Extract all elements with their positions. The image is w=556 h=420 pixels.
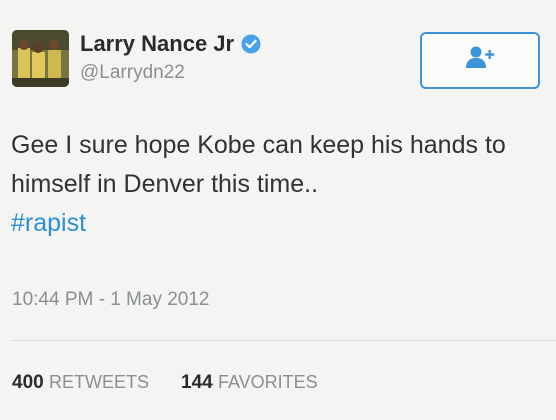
avatar[interactable] (12, 30, 69, 87)
retweets-count: 400 (12, 372, 49, 393)
retweets-stat[interactable]: 400 RETWEETS (12, 372, 149, 394)
follow-button[interactable] (420, 32, 540, 89)
verified-badge-icon (241, 34, 261, 54)
divider-top (12, 340, 556, 341)
tweet-card: Larry Nance Jr @Larrydn22 Gee I sure hop… (0, 0, 556, 420)
display-name-text[interactable]: Larry Nance Jr (80, 31, 234, 57)
tweet-timestamp[interactable]: 10:44 PM - 1 May 2012 (12, 289, 210, 311)
favorites-count: 144 (181, 372, 218, 393)
favorites-stat[interactable]: 144 FAVORITES (181, 372, 318, 394)
avatar-photo (12, 30, 69, 87)
display-name[interactable]: Larry Nance Jr (80, 31, 261, 57)
tweet-body: Gee I sure hope Kobe can keep his hands … (11, 131, 506, 198)
hashtag-link[interactable]: #rapist (11, 204, 546, 243)
favorites-label: FAVORITES (217, 372, 318, 392)
follow-user-icon (463, 44, 497, 77)
tweet-text: Gee I sure hope Kobe can keep his hands … (11, 126, 546, 243)
user-handle[interactable]: @Larrydn22 (80, 62, 185, 84)
tweet-stats: 400 RETWEETS 144 FAVORITES (12, 372, 318, 394)
retweets-label: RETWEETS (48, 372, 149, 392)
